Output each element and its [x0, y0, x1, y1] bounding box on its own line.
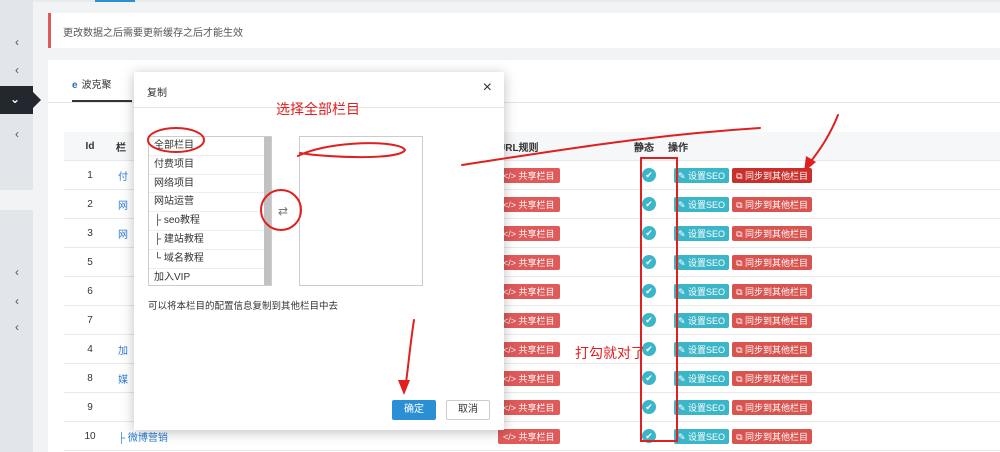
- circle-all-categories: [147, 127, 205, 153]
- red-annotation-strokes: [147, 114, 839, 442]
- arrow-ok-shaft: [404, 319, 415, 391]
- arrow-sync-shaft: [807, 114, 839, 166]
- arrow-ok-head: [398, 380, 410, 395]
- circle-swap-button: [260, 189, 302, 231]
- box-static-column: [640, 157, 678, 442]
- stroke-header-pointer: [461, 127, 761, 166]
- circle-target-box: [297, 142, 407, 159]
